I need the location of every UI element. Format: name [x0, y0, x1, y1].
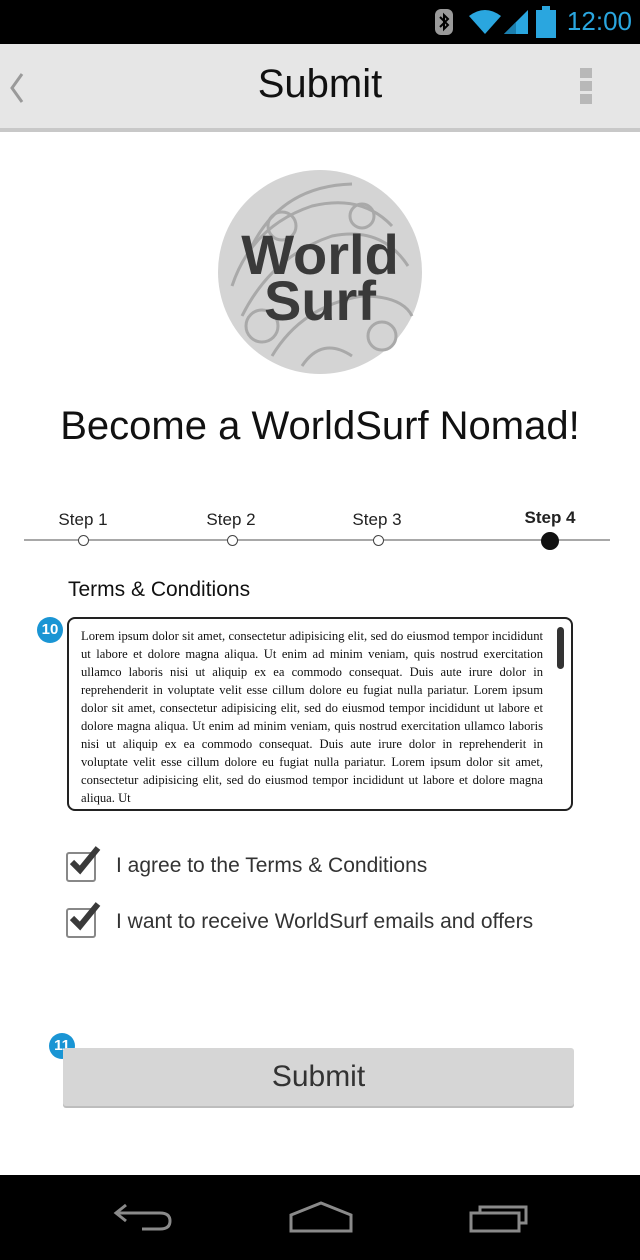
back-icon[interactable] [112, 1199, 174, 1235]
terms-scrollbar[interactable] [557, 627, 564, 669]
status-time: 12:00 [566, 6, 632, 36]
terms-scroll-box[interactable]: Lorem ipsum dolor sit amet, consectetur … [67, 617, 573, 811]
logo-text-surf: Surf [264, 269, 376, 332]
bluetooth-icon [435, 9, 453, 35]
status-bar: 12:00 [0, 0, 640, 44]
agree-terms-label: I agree to the Terms & Conditions [116, 854, 428, 877]
overflow-menu-icon[interactable] [580, 68, 594, 108]
checkmark-icon [69, 902, 101, 931]
submit-button[interactable]: Submit [63, 1048, 574, 1106]
signal-icon [504, 10, 528, 34]
terms-title: Terms & Conditions [68, 578, 251, 601]
step-3-label: Step 3 [352, 510, 402, 529]
step-2-dot[interactable] [227, 535, 238, 546]
battery-icon [536, 6, 556, 38]
recent-apps-icon[interactable] [468, 1199, 532, 1235]
headline: Become a WorldSurf Nomad! [60, 404, 580, 448]
step-2-label: Step 2 [206, 510, 256, 529]
step-1-dot[interactable] [78, 535, 89, 546]
email-offers-label: I want to receive WorldSurf emails and o… [116, 910, 534, 933]
terms-text: Lorem ipsum dolor sit amet, consectetur … [81, 629, 543, 805]
home-icon[interactable] [288, 1199, 354, 1235]
step-1-label: Step 1 [58, 510, 108, 529]
page-title: Submit [257, 62, 383, 106]
step-3-dot[interactable] [373, 535, 384, 546]
checkmark-icon [69, 846, 101, 875]
action-bar: Submit [0, 44, 640, 132]
worldsurf-logo: World Surf [218, 170, 422, 374]
system-nav-bar [0, 1175, 640, 1260]
wifi-icon [469, 10, 501, 34]
step-4-dot[interactable] [541, 532, 559, 550]
step-4-label: Step 4 [524, 508, 576, 527]
stepper-track [24, 539, 610, 541]
annotation-badge-terms: 10 [37, 617, 63, 643]
